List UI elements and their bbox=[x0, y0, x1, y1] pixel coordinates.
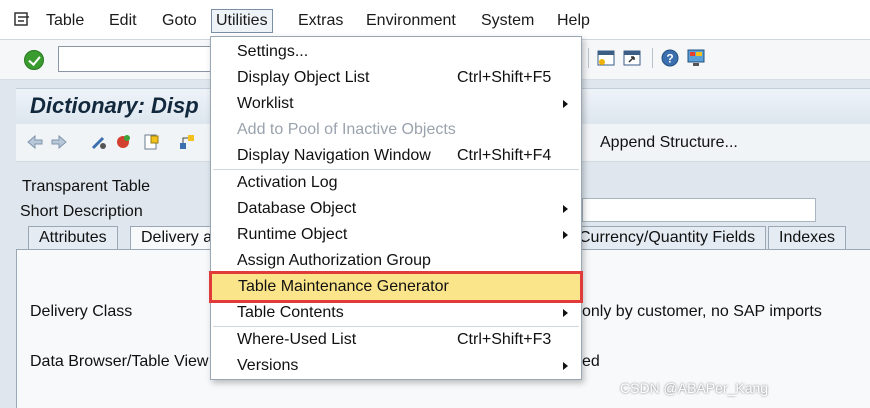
new-session-icon[interactable] bbox=[596, 48, 616, 68]
data-browser-value: ed bbox=[582, 353, 600, 370]
menu-item-label: Table Contents bbox=[237, 304, 344, 321]
back-arrow-icon[interactable] bbox=[26, 133, 44, 151]
transparent-table-label: Transparent Table bbox=[22, 178, 151, 195]
help-icon[interactable]: ? bbox=[660, 48, 680, 68]
menu-item-label: Settings... bbox=[237, 43, 309, 60]
append-structure-button[interactable]: Append Structure... bbox=[596, 131, 742, 155]
menu-bar: Table Edit Goto Utilities Extras Environ… bbox=[0, 0, 870, 40]
shortcut-icon[interactable] bbox=[622, 48, 642, 68]
menu-item-label: Runtime Object bbox=[237, 226, 348, 243]
menu-environment[interactable]: Environment bbox=[362, 9, 460, 33]
menu-utilities[interactable]: Utilities bbox=[211, 9, 273, 33]
hierarchy-icon[interactable] bbox=[178, 133, 196, 151]
menu-item-activation-log[interactable]: Activation Log bbox=[211, 170, 581, 196]
forward-arrow-icon[interactable] bbox=[50, 133, 68, 151]
menu-item-display-object-list[interactable]: Display Object List Ctrl+Shift+F5 bbox=[211, 65, 581, 91]
menu-item-display-navigation-window[interactable]: Display Navigation Window Ctrl+Shift+F4 bbox=[211, 143, 581, 169]
menu-help[interactable]: Help bbox=[553, 9, 594, 33]
page-title: Dictionary: Disp bbox=[30, 93, 199, 118]
menu-item-versions[interactable]: Versions bbox=[211, 353, 581, 379]
menu-item-where-used-list[interactable]: Where-Used List Ctrl+Shift+F3 bbox=[211, 327, 581, 353]
menu-table[interactable]: Table bbox=[42, 9, 88, 33]
menu-item-label: Database Object bbox=[237, 200, 357, 217]
delivery-class-label: Delivery Class bbox=[30, 303, 133, 320]
menu-item-assign-authorization-group[interactable]: Assign Authorization Group bbox=[211, 248, 581, 274]
utilities-dropdown-menu: Settings... Display Object List Ctrl+Shi… bbox=[209, 36, 583, 380]
menu-item-shortcut: Ctrl+Shift+F3 bbox=[457, 331, 552, 348]
toolbar-divider bbox=[588, 48, 589, 68]
menu-item-settings[interactable]: Settings... bbox=[211, 39, 581, 65]
menu-item-label: Where-Used List bbox=[237, 331, 357, 348]
menu-extras[interactable]: Extras bbox=[294, 9, 347, 33]
menu-item-shortcut: Ctrl+Shift+F4 bbox=[457, 147, 552, 164]
menu-item-label: Display Navigation Window bbox=[237, 147, 431, 164]
menu-item-label: Add to Pool of Inactive Objects bbox=[237, 121, 456, 138]
menu-item-table-maintenance-generator[interactable]: Table Maintenance Generator bbox=[209, 271, 583, 303]
menu-item-table-contents[interactable]: Table Contents bbox=[211, 300, 581, 326]
activate-icon[interactable] bbox=[114, 133, 132, 151]
menu-system[interactable]: System bbox=[477, 9, 538, 33]
tab-indexes[interactable]: Indexes bbox=[768, 226, 847, 250]
menu-item-label: Assign Authorization Group bbox=[237, 252, 431, 269]
menu-goto[interactable]: Goto bbox=[158, 9, 201, 33]
short-description-label: Short Description bbox=[20, 203, 143, 220]
menu-item-label: Display Object List bbox=[237, 69, 370, 86]
menu-item-label: Versions bbox=[237, 357, 299, 374]
watermark: CSDN @ABAPer_Kang bbox=[620, 380, 769, 396]
data-browser-label: Data Browser/Table View bbox=[30, 353, 209, 370]
delivery-class-value: only by customer, no SAP imports bbox=[582, 303, 822, 320]
menu-item-worklist[interactable]: Worklist bbox=[211, 91, 581, 117]
app-menu-icon[interactable] bbox=[14, 12, 30, 26]
submenu-arrow-icon bbox=[563, 100, 568, 108]
menu-item-label: Worklist bbox=[237, 95, 294, 112]
submenu-arrow-icon bbox=[563, 205, 568, 213]
enter-check-icon[interactable] bbox=[24, 50, 44, 70]
tab-currency-quantity-fields[interactable]: Currency/Quantity Fields bbox=[568, 226, 767, 250]
submenu-arrow-icon bbox=[563, 309, 568, 317]
menu-item-label: Table Maintenance Generator bbox=[238, 278, 449, 295]
display-change-icon[interactable] bbox=[90, 133, 108, 151]
menu-edit[interactable]: Edit bbox=[105, 9, 141, 33]
command-field[interactable] bbox=[58, 46, 212, 72]
submenu-arrow-icon bbox=[563, 231, 568, 239]
tab-attributes[interactable]: Attributes bbox=[28, 226, 118, 250]
toolbar-divider bbox=[652, 48, 653, 68]
menu-item-shortcut: Ctrl+Shift+F5 bbox=[457, 69, 552, 86]
svg-text:?: ? bbox=[666, 52, 673, 66]
menu-item-database-object[interactable]: Database Object bbox=[211, 196, 581, 222]
menu-item-runtime-object[interactable]: Runtime Object bbox=[211, 222, 581, 248]
menu-item-label: Activation Log bbox=[237, 174, 338, 191]
short-description-field[interactable] bbox=[582, 198, 816, 222]
submenu-arrow-icon bbox=[563, 362, 568, 370]
customize-layout-icon[interactable] bbox=[686, 48, 706, 68]
menu-item-add-to-pool: Add to Pool of Inactive Objects bbox=[211, 117, 581, 143]
where-used-icon[interactable] bbox=[142, 133, 160, 151]
